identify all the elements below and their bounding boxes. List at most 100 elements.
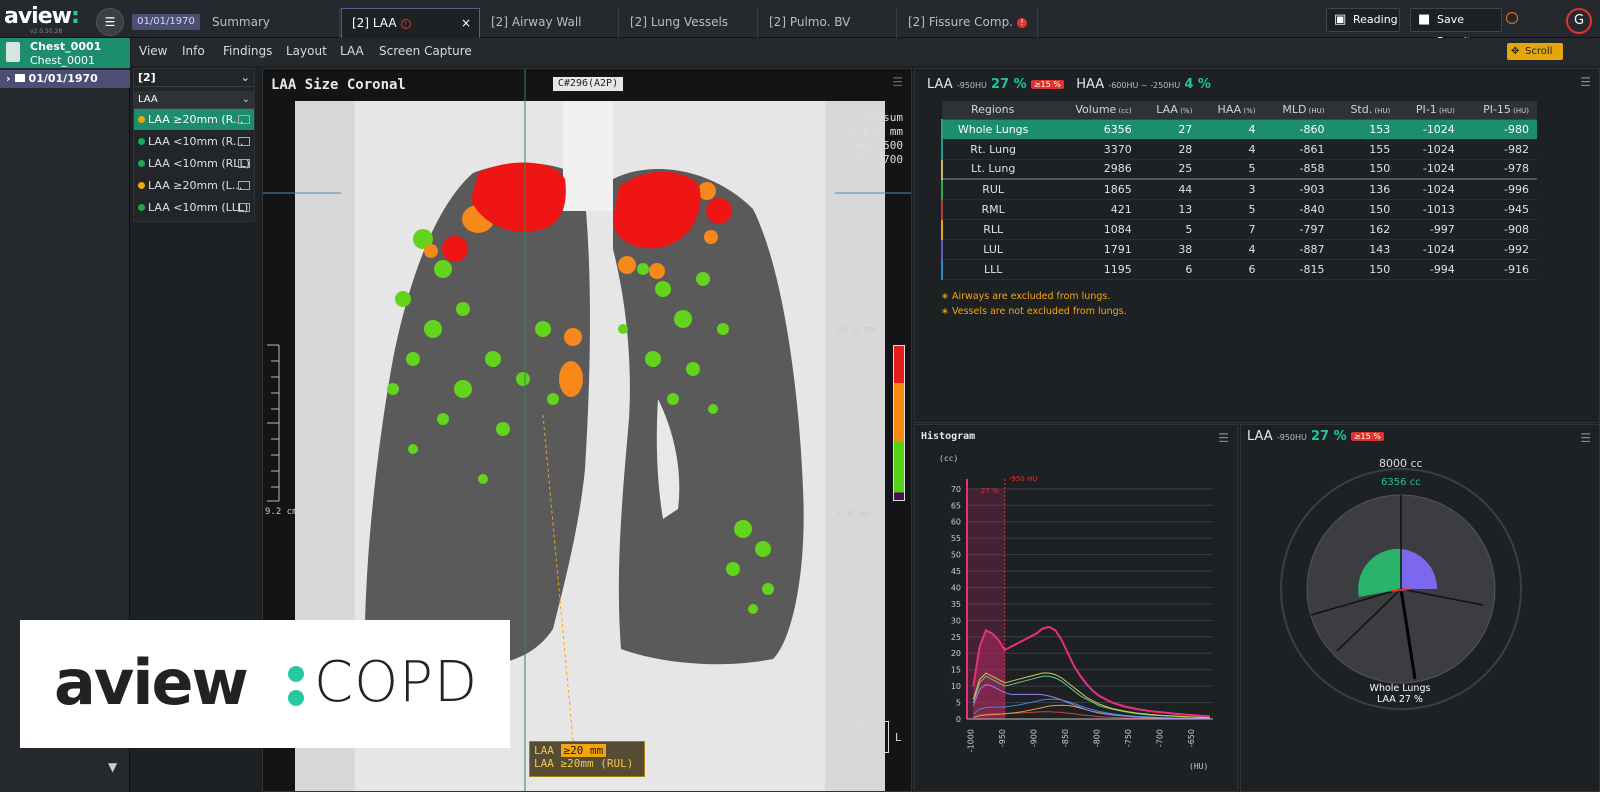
colorbar-min: 0.0 mm <box>837 509 870 519</box>
thumbnail-icon[interactable] <box>238 159 250 168</box>
tab-airway-wall[interactable]: [2] Airway Wall <box>481 8 619 38</box>
table-cell: 6 <box>1139 259 1201 280</box>
user-avatar[interactable]: G <box>1566 8 1592 34</box>
filter-icon[interactable]: ▼ <box>108 760 117 774</box>
table-cell: -978 <box>1462 159 1537 180</box>
y-tick-label: 55 <box>951 534 961 543</box>
x-tick-label: -700 <box>1156 729 1165 747</box>
table-cell: 162 <box>1332 219 1399 240</box>
column-header[interactable]: Regions <box>942 101 1052 120</box>
y-tick-label: 25 <box>951 633 961 642</box>
menu-view[interactable]: View <box>139 44 167 58</box>
menu-screen-capture[interactable]: Screen Capture <box>379 44 472 58</box>
table-cell: -945 <box>1462 199 1537 220</box>
menu-info[interactable]: Info <box>182 44 205 58</box>
save-result-button[interactable]: ■Save Result <box>1410 8 1502 48</box>
table-cell: 1791 <box>1051 239 1140 260</box>
category-select[interactable]: LAA ⌄ <box>134 91 254 109</box>
region-name: RML <box>940 199 1052 220</box>
column-header[interactable]: HAA (%) <box>1200 101 1264 120</box>
study-date-pill[interactable]: 01/01/1970 <box>132 14 200 30</box>
table-row[interactable]: Rt. Lung 3370 28 4 -861 155 -1024 -982 <box>940 139 1537 160</box>
study-item[interactable]: › 01/01/1970 <box>0 70 130 88</box>
annotation-box[interactable]: LAA ≥20 mm LAA ≥20mm (RUL) <box>529 741 645 777</box>
thumbnail-icon[interactable] <box>238 137 250 146</box>
table-cell: 143 <box>1332 239 1399 260</box>
table-cell: -997 <box>1398 219 1463 240</box>
reading-button[interactable]: ▣ Reading <box>1326 8 1400 32</box>
study-date: 01/01/1970 <box>28 72 98 85</box>
column-header[interactable]: PI-15 (HU) <box>1462 101 1537 120</box>
series-value: [2] <box>138 71 156 84</box>
table-notes: ∗ Airways are excluded from lungs. ∗ Ves… <box>941 289 1127 319</box>
table-row[interactable]: Lt. Lung 2986 25 5 -858 150 -1024 -978 <box>940 159 1537 180</box>
column-header[interactable]: PI-1 (HU) <box>1398 101 1463 120</box>
laa-volume-panel: LAA -950HU 27 % ≥15 % ☰ 8000 cc 6356 cc … <box>1240 424 1600 792</box>
finding-item[interactable]: LAA <10mm (RLL) <box>134 153 254 174</box>
clock-icon[interactable] <box>1506 12 1518 24</box>
thumbnail-icon[interactable] <box>238 181 250 190</box>
table-cell: 38 <box>1139 239 1201 260</box>
close-icon[interactable]: × <box>461 9 471 37</box>
table-cell: 44 <box>1139 178 1201 200</box>
menu-layout[interactable]: Layout <box>286 44 327 58</box>
table-cell: 3370 <box>1051 139 1140 160</box>
table-cell: -903 <box>1263 178 1333 200</box>
brand-name: aview <box>54 646 249 719</box>
book-icon: ▣ <box>1334 12 1347 27</box>
menu-findings[interactable]: Findings <box>223 44 272 58</box>
column-header-label: MLD <box>1282 103 1307 117</box>
patient-item[interactable]: Chest_0001 Chest_0001 <box>0 38 130 68</box>
finding-label: LAA <10mm (R... <box>148 135 244 148</box>
warning-icon: ! <box>400 18 411 29</box>
orientation-cube[interactable]: A <box>857 721 889 753</box>
finding-item[interactable]: LAA ≥20mm (L... <box>134 175 254 196</box>
panel-menu-icon[interactable]: ☰ <box>1580 75 1591 89</box>
tab-fissure-comp[interactable]: [2] Fissure Comp.! <box>898 8 1038 38</box>
table-cell: 27 <box>1139 119 1201 140</box>
table-row[interactable]: RUL 1865 44 3 -903 136 -1024 -996 <box>940 178 1537 200</box>
table-row[interactable]: RML 421 13 5 -840 150 -1013 -945 <box>940 199 1537 220</box>
thumbnail-icon[interactable] <box>238 115 250 124</box>
tab-pulmo-bv[interactable]: [2] Pulmo. BV <box>759 8 897 38</box>
table-cell: 28 <box>1139 139 1201 160</box>
finding-item[interactable]: LAA ≥20mm (R... <box>134 109 254 130</box>
finding-item[interactable]: LAA <10mm (LLL) <box>134 197 254 218</box>
table-row[interactable]: LLL 1195 6 6 -815 150 -994 -916 <box>940 259 1537 280</box>
pie-footer-percent: LAA 27 % <box>1377 694 1423 705</box>
scroll-tool-button[interactable]: ✥ Scroll <box>1507 43 1563 60</box>
laa-label: LAA <box>927 77 953 92</box>
histogram-chart[interactable]: (cc)7065605550454035302520151050-1000 -95… <box>915 425 1239 792</box>
column-header[interactable]: MLD (HU) <box>1263 101 1333 120</box>
menu-laa[interactable]: LAA <box>340 44 364 58</box>
table-cell: -980 <box>1462 119 1537 140</box>
finding-item[interactable]: LAA <10mm (R... <box>134 131 254 152</box>
table-row[interactable]: RLL 1084 5 7 -797 162 -997 -908 <box>940 219 1537 240</box>
viewer-meta: TH 0.0 mm <box>843 125 903 138</box>
table-row[interactable]: Whole Lungs 6356 27 4 -860 153 -1024 -980 <box>940 119 1537 140</box>
column-header[interactable]: LAA (%) <box>1139 101 1201 120</box>
tab-lung-vessels[interactable]: [2] Lung Vessels <box>620 8 758 38</box>
table-row[interactable]: LUL 1791 38 4 -887 143 -1024 -992 <box>940 239 1537 260</box>
thumbnail-icon[interactable] <box>238 203 250 212</box>
column-header[interactable]: Volume (cc) <box>1051 101 1140 120</box>
haa-label: HAA <box>1076 77 1105 92</box>
worklist-button[interactable]: ☰ <box>96 8 124 36</box>
tab-laa[interactable]: [2] LAA! × <box>341 8 480 38</box>
reading-label: Reading <box>1353 13 1398 26</box>
table-cell: -858 <box>1263 159 1333 180</box>
viewer-menu-icon[interactable]: ☰ <box>892 75 903 89</box>
table-cell: 6 <box>1200 259 1264 280</box>
brand-product: COPD <box>314 650 479 715</box>
scroll-icon: ✥ <box>1511 46 1520 57</box>
table-cell: -1024 <box>1398 119 1463 140</box>
pie-footer: Whole Lungs LAA 27 % <box>1369 683 1431 705</box>
column-header[interactable]: Std. (HU) <box>1332 101 1399 120</box>
haa-percent: 4 % <box>1184 77 1211 92</box>
table-cell: -996 <box>1462 178 1537 200</box>
x-tick-label: -750 <box>1124 729 1133 747</box>
laa-percent: 27 % <box>991 77 1027 92</box>
tab-summary[interactable]: Summary <box>202 8 340 38</box>
series-select[interactable]: [2] ⌄ <box>134 69 254 87</box>
orientation-label[interactable]: C#296(A2P) <box>553 77 623 91</box>
